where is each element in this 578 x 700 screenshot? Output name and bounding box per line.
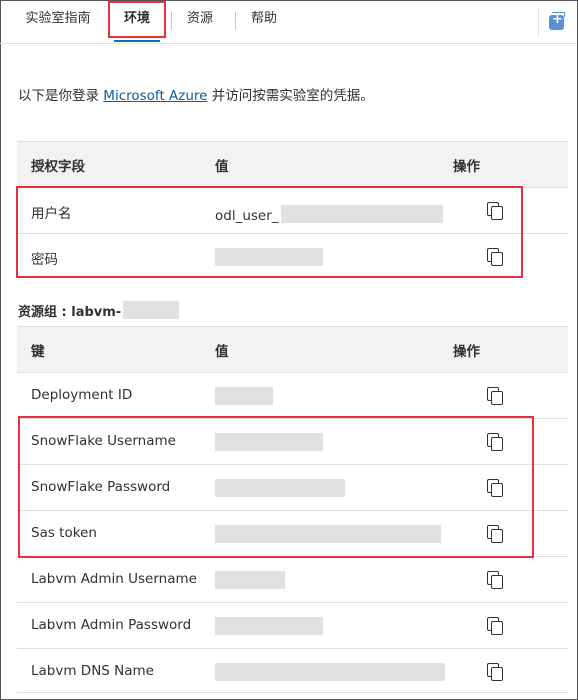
resource-row-labvm-admin-password: Labvm Admin Password (17, 602, 568, 648)
redacted-value (123, 301, 180, 319)
resource-label: Labvm DNS Name (31, 663, 154, 679)
resource-group-title: 资源组 : labvm- (18, 298, 180, 320)
copy-icon[interactable] (487, 248, 503, 266)
redacted-value (215, 479, 345, 497)
copy-icon[interactable] (487, 617, 503, 635)
tab-lab-guide[interactable]: 实验室指南 (18, 0, 98, 42)
tab-bar: 实验室指南 环境 资源 帮助 (0, 0, 576, 44)
copy-icon[interactable] (487, 571, 503, 589)
resource-label: SnowFlake Username (31, 433, 176, 449)
copy-icon[interactable] (487, 663, 503, 681)
resource-header-row: 键 值 操作 (17, 326, 568, 372)
resource-row-sas-token: Sas token (17, 510, 568, 556)
credential-value: odl_user_ (215, 202, 443, 224)
redacted-value (215, 617, 323, 635)
add-panel-button[interactable] (538, 8, 566, 36)
header-value: 值 (215, 159, 229, 175)
resource-row-snowflake-username: SnowFlake Username (17, 418, 568, 464)
resource-label: SnowFlake Password (31, 479, 171, 495)
intro-text: 以下是你登录 Microsoft Azure 并访问按需实验室的凭据。 (18, 84, 374, 104)
copy-icon[interactable] (487, 479, 503, 497)
redacted-value (215, 433, 323, 451)
resource-row-labvm-admin-username: Labvm Admin Username (17, 556, 568, 602)
resource-label: Labvm Admin Username (31, 571, 197, 587)
redacted-value (215, 525, 441, 543)
credential-row-username: 用户名 odl_user_ (17, 187, 568, 233)
redacted-value (215, 248, 323, 266)
tab-help[interactable]: 帮助 (244, 0, 284, 42)
header-field: 授权字段 (31, 159, 85, 175)
header-action: 操作 (453, 344, 480, 360)
copy-icon[interactable] (487, 525, 503, 543)
redacted-value (215, 387, 273, 405)
credentials-header-row: 授权字段 值 操作 (17, 141, 568, 187)
intro-prefix: 以下是你登录 (18, 88, 104, 104)
copy-icon[interactable] (487, 202, 503, 220)
tab-resources[interactable]: 资源 (180, 0, 220, 42)
header-value: 值 (215, 344, 229, 360)
resource-row-deployment-id: Deployment ID (17, 372, 568, 418)
resource-label: Labvm Admin Password (31, 617, 192, 633)
redacted-value (215, 663, 445, 681)
credential-row-password: 密码 (17, 233, 568, 279)
credential-label: 密码 (31, 252, 58, 268)
intro-suffix: 并访问按需实验室的凭据。 (207, 88, 374, 104)
credential-label: 用户名 (31, 206, 72, 222)
tab-divider (171, 12, 172, 30)
header-key: 键 (31, 344, 45, 360)
azure-link[interactable]: Microsoft Azure (103, 88, 207, 104)
copy-icon[interactable] (487, 433, 503, 451)
redacted-value (280, 205, 443, 223)
resource-label: Sas token (31, 525, 97, 541)
resource-label: Deployment ID (31, 387, 133, 403)
resource-row-snowflake-password: SnowFlake Password (17, 464, 568, 510)
copy-icon[interactable] (487, 387, 503, 405)
tab-highlight-box (108, 1, 166, 38)
add-panel-icon (549, 12, 565, 30)
header-action: 操作 (453, 159, 480, 175)
tab-divider (235, 12, 236, 30)
redacted-value (215, 571, 285, 589)
resource-row-labvm-dns-name: Labvm DNS Name (17, 648, 568, 693)
